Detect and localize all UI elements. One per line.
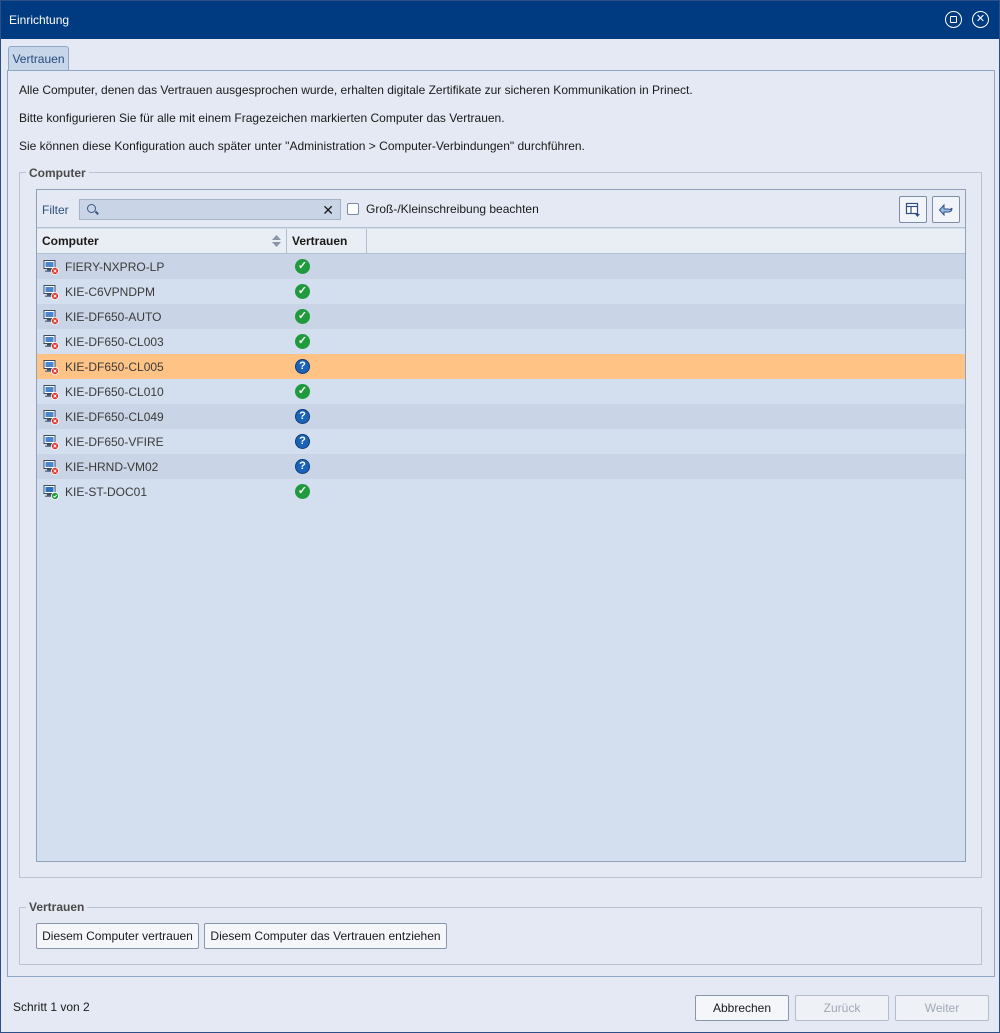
trusted-check-icon: ✓	[295, 334, 310, 349]
computer-disconnected-icon	[43, 360, 59, 375]
filter-field[interactable]: ✕	[79, 199, 341, 220]
computer-name: KIE-DF650-CL010	[65, 385, 164, 399]
trust-computer-button[interactable]: Diesem Computer vertrauen	[36, 923, 199, 949]
next-button[interactable]: Weiter	[895, 995, 989, 1021]
column-header-vertrauen[interactable]: Vertrauen	[287, 229, 367, 253]
table-row[interactable]: KIE-DF650-CL010 ✓	[37, 379, 965, 404]
column-header-computer-label: Computer	[42, 234, 99, 248]
tab-vertrauen[interactable]: Vertrauen	[8, 46, 69, 70]
trusted-check-icon: ✓	[295, 484, 310, 499]
close-button[interactable]: ✕	[972, 11, 989, 28]
column-header-computer[interactable]: Computer	[37, 229, 287, 253]
window-title: Einrichtung	[9, 13, 70, 27]
computer-name: KIE-DF650-VFIRE	[65, 435, 164, 449]
computer-disconnected-icon	[43, 410, 59, 425]
grid-header: Computer Vertrauen	[37, 229, 965, 254]
filter-input[interactable]	[100, 202, 318, 217]
trust-group-legend: Vertrauen	[26, 900, 88, 914]
column-chooser-button[interactable]	[899, 196, 927, 223]
table-row[interactable]: KIE-DF650-CL049?	[37, 404, 965, 429]
info-text-configure: Bitte konfigurieren Sie für alle mit ein…	[19, 111, 505, 125]
grid-body: FIERY-NXPRO-LP ✓ KIE-C6VPNDPM ✓ KIE-DF650-AU…	[37, 254, 965, 504]
table-row[interactable]: KIE-ST-DOC01 ✓	[37, 479, 965, 504]
info-text-certificates: Alle Computer, denen das Vertrauen ausge…	[19, 83, 693, 97]
computer-connected-icon	[43, 485, 59, 500]
table-row[interactable]: KIE-C6VPNDPM ✓	[37, 279, 965, 304]
back-button[interactable]: Zurück	[795, 995, 889, 1021]
close-icon: ✕	[975, 13, 986, 25]
computer-grid: Filter ✕ Groß-/Kleinschreibung beachten	[36, 189, 966, 862]
trusted-check-icon: ✓	[295, 284, 310, 299]
computer-name: KIE-DF650-CL005	[65, 360, 164, 374]
revoke-trust-button[interactable]: Diesem Computer das Vertrauen entziehen	[204, 923, 447, 949]
table-row[interactable]: KIE-DF650-CL003 ✓	[37, 329, 965, 354]
question-mark-icon: ?	[295, 409, 310, 424]
computer-disconnected-icon	[43, 435, 59, 450]
computer-disconnected-icon	[43, 310, 59, 325]
question-mark-icon: ?	[295, 359, 310, 374]
case-sensitive-label[interactable]: Groß-/Kleinschreibung beachten	[366, 202, 539, 216]
setup-dialog: Einrichtung ✕ Vertrauen Alle Computer, d…	[0, 0, 1000, 1033]
computer-name: KIE-DF650-CL003	[65, 335, 164, 349]
question-mark-icon: ?	[295, 434, 310, 449]
cancel-button[interactable]: Abbrechen	[695, 995, 789, 1021]
computer-name: KIE-ST-DOC01	[65, 485, 148, 499]
case-sensitive-checkbox[interactable]	[347, 203, 359, 215]
restore-button[interactable]	[945, 11, 962, 28]
trusted-check-icon: ✓	[295, 309, 310, 324]
computer-disconnected-icon	[43, 260, 59, 275]
table-row[interactable]: KIE-DF650-VFIRE?	[37, 429, 965, 454]
table-row[interactable]: KIE-DF650-CL005?	[37, 354, 965, 379]
trusted-check-icon: ✓	[295, 384, 310, 399]
title-bar[interactable]: Einrichtung ✕	[1, 1, 999, 39]
info-text-later: Sie können diese Konfiguration auch spät…	[19, 139, 585, 153]
step-indicator: Schritt 1 von 2	[13, 1000, 90, 1014]
trusted-check-icon: ✓	[295, 259, 310, 274]
computer-group-legend: Computer	[26, 166, 89, 180]
computer-disconnected-icon	[43, 285, 59, 300]
filter-label: Filter	[42, 203, 69, 217]
computer-name: KIE-DF650-AUTO	[65, 310, 162, 324]
return-arrow-icon	[938, 203, 953, 216]
table-row[interactable]: FIERY-NXPRO-LP ✓	[37, 254, 965, 279]
clear-filter-icon[interactable]: ✕	[322, 202, 334, 219]
restore-icon	[950, 16, 957, 23]
table-row[interactable]: KIE-HRND-VM02?	[37, 454, 965, 479]
reset-button[interactable]	[932, 196, 960, 223]
computer-disconnected-icon	[43, 460, 59, 475]
computer-disconnected-icon	[43, 335, 59, 350]
columns-icon	[905, 202, 920, 217]
grid-toolbar: Filter ✕ Groß-/Kleinschreibung beachten	[37, 190, 965, 228]
column-header-vertrauen-label: Vertrauen	[292, 234, 348, 248]
question-mark-icon: ?	[295, 459, 310, 474]
computer-name: KIE-C6VPNDPM	[65, 285, 156, 299]
computer-name: KIE-DF650-CL049	[65, 410, 164, 424]
sort-icon[interactable]	[272, 235, 281, 247]
computer-name: KIE-HRND-VM02	[65, 460, 159, 474]
table-row[interactable]: KIE-DF650-AUTO ✓	[37, 304, 965, 329]
computer-disconnected-icon	[43, 385, 59, 400]
computer-name: FIERY-NXPRO-LP	[65, 260, 165, 274]
search-icon	[87, 204, 96, 213]
